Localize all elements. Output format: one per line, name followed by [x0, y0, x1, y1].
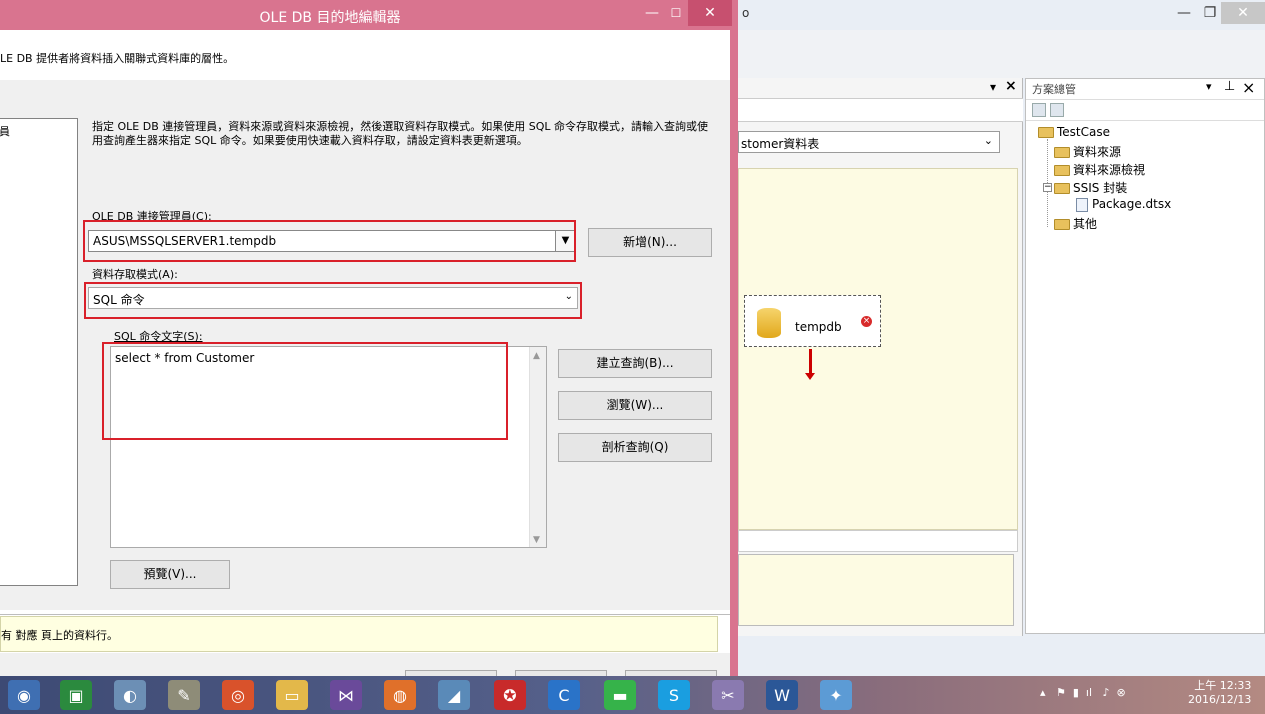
bg-titlebar: o — ❐ ✕ [738, 0, 1265, 30]
solution-explorer: 方案總管 ▾ ⊥ × TestCase 資料來源 資料來源檢視 − SSIS 封… [1025, 78, 1265, 634]
clock-time: 上午 12:33 [1194, 679, 1252, 692]
minimize-button[interactable]: — [640, 2, 664, 24]
path-arrow[interactable] [809, 349, 812, 375]
highlight-sql-text [102, 342, 508, 440]
browse-button[interactable]: 瀏覽(W)... [558, 391, 712, 420]
page-nav-list[interactable]: 員 [0, 118, 78, 586]
designer-tabbar [738, 98, 1023, 122]
explorer-browser-icon[interactable]: ◐ [114, 680, 146, 710]
designer-panel: ▾ × stomer資料表 ⌄ tempdb × [738, 78, 1023, 636]
message-text: 有 對應 頁上的資料行。 [1, 629, 118, 642]
folder-icon [1054, 147, 1070, 158]
folder-icon [1054, 183, 1070, 194]
preview-button[interactable]: 預覽(V)... [110, 560, 230, 589]
close-icon[interactable]: × [1242, 78, 1255, 97]
sql-scrollbar[interactable]: ▲ ▼ [529, 347, 546, 547]
design-canvas[interactable]: tempdb × [738, 168, 1018, 530]
dialog-divider [0, 614, 730, 615]
database-icon [757, 308, 781, 338]
clock[interactable]: 上午 12:33 2016/12/13 [1188, 679, 1251, 707]
new-connection-button[interactable]: 新增(N)... [588, 228, 712, 257]
start-icon[interactable]: ◉ [8, 680, 40, 710]
line-icon[interactable]: ▬ [604, 680, 636, 710]
message-bar: 有 對應 頁上的資料行。 [0, 616, 718, 652]
tree-item-data-source-views[interactable]: 資料來源檢視 [1054, 161, 1145, 178]
clock-date: 2016/12/13 [1188, 693, 1252, 706]
ole-db-destination-dialog: OLE DB 目的地編輯器 — ☐ ✕ LE DB 提供者將資料插入關聯式資料庫… [0, 0, 738, 680]
notes-icon[interactable]: ✎ [168, 680, 200, 710]
chevron-down-icon: ⌄ [983, 134, 993, 147]
pin-icon[interactable]: ⊥ [1224, 79, 1235, 94]
solution-toolbar [1026, 99, 1264, 121]
taskbar: ◉ ▣ ◐ ✎ ◎ ▭ ⋈ ◍ ◢ ✪ C ▬ S ✂ W ✦ ▴ ⚑ ▮ ıl… [0, 676, 1265, 714]
folder-icon [1054, 165, 1070, 176]
tools-icon[interactable]: ✂ [712, 680, 744, 710]
close-button[interactable]: ✕ [688, 0, 732, 26]
dialog-description: LE DB 提供者將資料插入關聯式資料庫的層性。 [0, 52, 235, 65]
collapse-toggle[interactable]: − [1043, 183, 1052, 192]
access-mode-label: 資料存取模式(A): [92, 268, 178, 281]
bg-minimize-button[interactable]: — [1170, 2, 1198, 24]
skype-icon[interactable]: S [658, 680, 690, 710]
arrow-head-icon [805, 373, 815, 380]
ccleaner-icon[interactable]: C [548, 680, 580, 710]
file-explorer-icon[interactable]: ▭ [276, 680, 308, 710]
app-red-icon[interactable]: ✪ [494, 680, 526, 710]
chrome-icon[interactable]: ◎ [222, 680, 254, 710]
build-query-button[interactable]: 建立查詢(B)... [558, 349, 712, 378]
tree-item-solution[interactable]: TestCase [1038, 125, 1110, 139]
firefox-icon[interactable]: ◍ [384, 680, 416, 710]
scroll-down-icon[interactable]: ▼ [533, 535, 540, 545]
highlight-connection [83, 220, 576, 262]
dialog-title: OLE DB 目的地編輯器 [259, 10, 401, 26]
dialog-titlebar: OLE DB 目的地編輯器 — ☐ ✕ [0, 0, 732, 30]
output-bar [738, 530, 1018, 552]
editor-icon[interactable]: ◢ [438, 680, 470, 710]
table-select-value: stomer資料表 [741, 137, 820, 151]
folder-icon [1054, 219, 1070, 230]
dropdown-icon[interactable]: ▾ [990, 80, 996, 94]
store-icon[interactable]: ▣ [60, 680, 92, 710]
paint-icon[interactable]: ✦ [820, 680, 852, 710]
visual-studio-icon[interactable]: ⋈ [330, 680, 362, 710]
tree-item-misc[interactable]: 其他 [1054, 215, 1097, 232]
tree-item-ssis-packages[interactable]: SSIS 封裝 [1054, 179, 1127, 196]
project-icon [1038, 127, 1054, 138]
instructions-text: 指定 OLE DB 連接管理員，資料來源或資料來源檢視，然後選取資料存取模式。如… [92, 120, 709, 147]
background-ide-window: o — ❐ ✕ ▾ × stomer資料表 ⌄ tempdb × 方案總管 ▾ … [738, 0, 1265, 676]
properties-icon[interactable] [1032, 103, 1046, 117]
tree-item-package[interactable]: Package.dtsx [1076, 197, 1171, 212]
dropdown-icon[interactable]: ▾ [1206, 80, 1212, 93]
close-icon[interactable]: × [1005, 78, 1017, 94]
system-tray[interactable]: ▴ ⚑ ▮ ıl ♪ ⊗ [1040, 686, 1126, 699]
destination-task[interactable]: tempdb × [744, 295, 881, 347]
bg-title-fragment: o [742, 6, 750, 20]
bg-close-button[interactable]: ✕ [1221, 2, 1265, 24]
error-icon: × [861, 316, 872, 327]
nav-item-connection-manager[interactable]: 員 [0, 123, 10, 139]
output-area [738, 554, 1014, 626]
bg-toolbar [738, 30, 1265, 78]
table-select[interactable]: stomer資料表 ⌄ [738, 131, 1000, 153]
tree-item-data-sources[interactable]: 資料來源 [1054, 143, 1121, 160]
highlight-access-mode [84, 282, 582, 319]
bg-maximize-button[interactable]: ❐ [1196, 2, 1224, 24]
maximize-button[interactable]: ☐ [664, 2, 688, 24]
solution-explorer-title: 方案總管 [1032, 83, 1076, 96]
package-file-icon [1076, 197, 1088, 212]
word-icon[interactable]: W [766, 680, 798, 710]
parse-query-button[interactable]: 剖析查詢(Q) [558, 433, 712, 462]
task-label: tempdb [795, 320, 842, 334]
scroll-up-icon[interactable]: ▲ [533, 351, 540, 361]
show-all-files-icon[interactable] [1050, 103, 1064, 117]
